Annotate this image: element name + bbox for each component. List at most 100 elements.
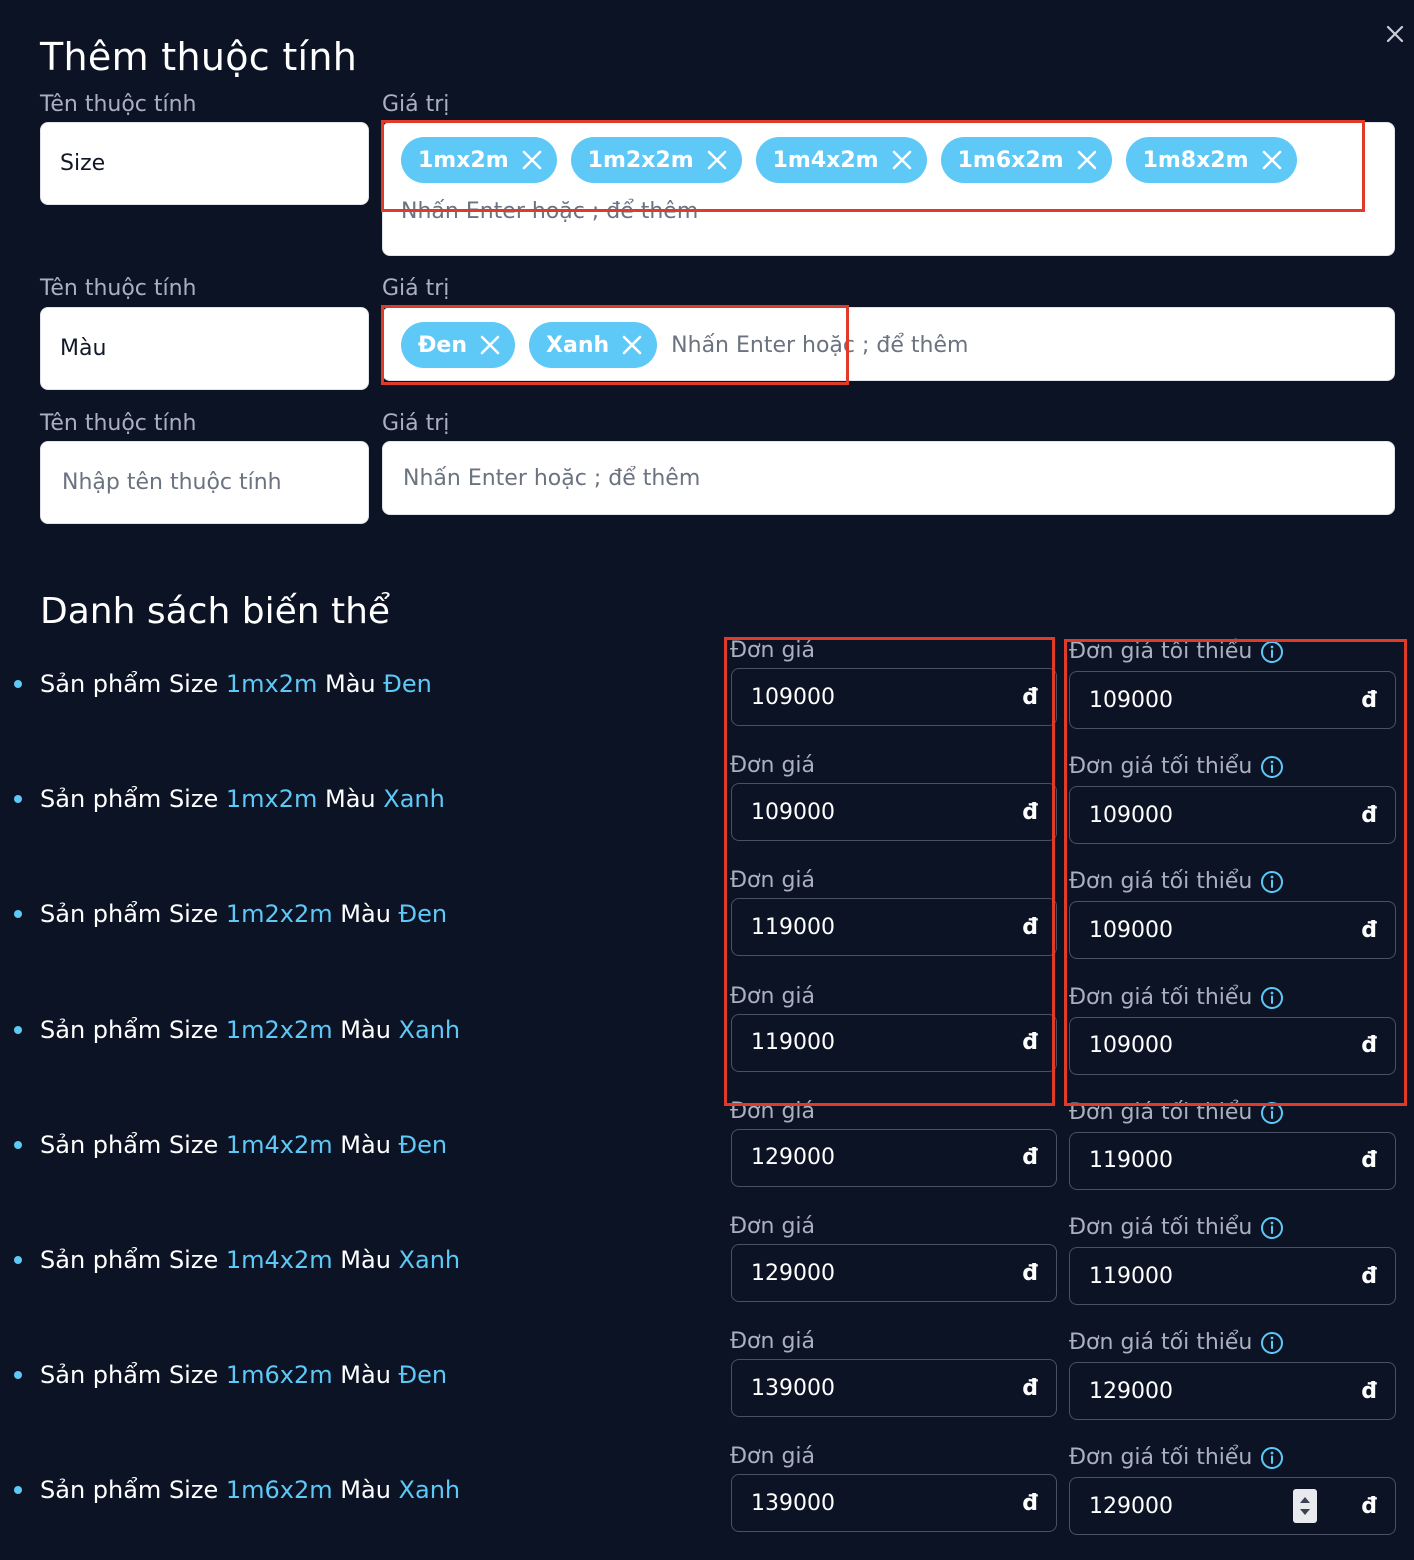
- variant-color-word: Màu: [340, 1361, 391, 1390]
- currency-symbol: đ: [1022, 1490, 1038, 1516]
- min-price-label: Đơn giá tối thiểu: [1069, 1100, 1284, 1126]
- currency-symbol: đ: [1022, 914, 1038, 940]
- attribute-name-value: Size: [60, 151, 106, 176]
- price-input[interactable]: 129000 đ: [731, 1128, 1057, 1187]
- currency-symbol: đ: [1361, 687, 1377, 713]
- price-input[interactable]: 119000 đ: [731, 898, 1057, 957]
- attribute-name-label: Tên thuộc tính: [40, 411, 197, 436]
- remove-chip-icon[interactable]: [477, 332, 503, 358]
- min-price-input[interactable]: 129000 đ: [1069, 1362, 1396, 1421]
- currency-symbol: đ: [1361, 1263, 1377, 1289]
- variant-color-word: Màu: [340, 900, 391, 929]
- variant-label: Sản phẩm Size 1m6x2m Màu Đen: [14, 1360, 447, 1390]
- variant-size: 1m2x2m: [225, 1015, 333, 1044]
- variant-color-word: Màu: [340, 1246, 391, 1274]
- attribute-value-input[interactable]: [401, 464, 1376, 492]
- remove-chip-icon[interactable]: [519, 147, 545, 173]
- price-input[interactable]: 129000 đ: [731, 1244, 1057, 1302]
- price-input[interactable]: 139000 đ: [731, 1359, 1057, 1418]
- variant-prefix: Sản phẩm Size: [40, 1130, 219, 1159]
- info-icon[interactable]: [1260, 986, 1284, 1010]
- price-label: Đơn giá: [730, 1329, 816, 1355]
- min-price-value: 129000: [1089, 1493, 1173, 1519]
- min-price-label-text: Đơn giá tối thiểu: [1069, 869, 1253, 895]
- min-price-input[interactable]: 129000 đ: [1069, 1477, 1396, 1536]
- remove-chip-icon[interactable]: [1074, 147, 1100, 173]
- variant-color: Xanh: [398, 1015, 461, 1044]
- variant-label: Sản phẩm Size 1mx2m Màu Xanh: [14, 784, 445, 814]
- value-chip-label: 1m8x2m: [1142, 147, 1249, 173]
- variant-prefix: Sản phẩm Size: [40, 1476, 219, 1505]
- price-input[interactable]: 109000 đ: [731, 783, 1057, 842]
- info-icon[interactable]: [1260, 755, 1284, 779]
- price-label: Đơn giá: [730, 983, 816, 1009]
- close-icon[interactable]: [1381, 20, 1409, 48]
- variant-size: 1m4x2m: [225, 1246, 333, 1274]
- value-chip-list: Đen Xanh Nhấn Enter hoặc ; để thêm: [401, 322, 1376, 368]
- value-chip-label: Đen: [418, 332, 468, 358]
- variant-label: Sản phẩm Size 1m4x2m Màu Đen: [14, 1130, 447, 1160]
- min-price-input[interactable]: 109000 đ: [1069, 671, 1396, 729]
- attribute-name-field[interactable]: Size: [40, 122, 369, 205]
- attribute-values-field[interactable]: Đen Xanh Nhấn Enter hoặc ; để thêm: [382, 307, 1395, 381]
- attribute-name-field[interactable]: [40, 441, 369, 524]
- bullet-icon: [14, 1256, 22, 1264]
- value-chip-label: 1m4x2m: [772, 147, 879, 173]
- min-price-input[interactable]: 109000 đ: [1069, 1016, 1396, 1075]
- remove-chip-icon[interactable]: [619, 332, 645, 358]
- attribute-values-field[interactable]: [382, 441, 1395, 515]
- min-price-input[interactable]: 109000 đ: [1069, 901, 1396, 960]
- variant-label: Sản phẩm Size 1m2x2m Màu Xanh: [14, 1015, 460, 1045]
- price-input[interactable]: 109000 đ: [731, 668, 1057, 726]
- variant-label: Sản phẩm Size 1mx2m Màu Đen: [14, 669, 432, 699]
- min-price-input[interactable]: 109000 đ: [1069, 786, 1396, 845]
- currency-symbol: đ: [1361, 1148, 1377, 1174]
- price-value: 139000: [751, 1375, 835, 1401]
- value-input-placeholder[interactable]: Nhấn Enter hoặc ; để thêm: [401, 199, 1376, 224]
- value-input-placeholder[interactable]: Nhấn Enter hoặc ; để thêm: [671, 333, 968, 358]
- remove-chip-icon[interactable]: [889, 147, 915, 173]
- variant-color: Đen: [398, 1130, 448, 1159]
- attribute-name-field[interactable]: Màu: [40, 307, 369, 390]
- info-icon[interactable]: [1260, 1216, 1284, 1240]
- min-price-value: 129000: [1089, 1378, 1173, 1404]
- variant-prefix: Sản phẩm Size: [40, 1015, 219, 1044]
- value-chip: 1m4x2m: [755, 137, 927, 183]
- info-icon[interactable]: [1260, 870, 1284, 894]
- value-chip-label: 1mx2m: [418, 147, 509, 173]
- min-price-input[interactable]: 119000 đ: [1069, 1247, 1396, 1305]
- remove-chip-icon[interactable]: [1259, 147, 1285, 173]
- min-price-input[interactable]: 119000 đ: [1069, 1131, 1396, 1190]
- value-chip: 1m6x2m: [940, 137, 1112, 183]
- min-price-label: Đơn giá tối thiểu: [1069, 985, 1284, 1011]
- dialog-title: Thêm thuộc tính: [40, 35, 358, 79]
- value-chip: 1mx2m: [401, 137, 557, 183]
- value-chip: Xanh: [529, 322, 658, 368]
- attribute-name-input[interactable]: [60, 469, 368, 496]
- currency-symbol: đ: [1022, 1375, 1038, 1401]
- min-price-label-text: Đơn giá tối thiểu: [1069, 1215, 1253, 1240]
- variant-size: 1mx2m: [225, 670, 318, 698]
- min-price-label-text: Đơn giá tối thiểu: [1069, 639, 1253, 664]
- info-icon[interactable]: [1260, 1446, 1284, 1470]
- price-input[interactable]: 139000 đ: [731, 1474, 1057, 1533]
- info-icon[interactable]: [1260, 1331, 1284, 1355]
- info-icon[interactable]: [1260, 640, 1284, 664]
- currency-symbol: đ: [1361, 802, 1377, 828]
- min-price-label: Đơn giá tối thiểu: [1069, 869, 1284, 895]
- attribute-value-label: Giá trị: [382, 276, 450, 301]
- variant-prefix: Sản phẩm Size: [40, 670, 219, 698]
- price-input[interactable]: 119000 đ: [731, 1013, 1057, 1072]
- attribute-value-label: Giá trị: [382, 92, 450, 117]
- min-price-label-text: Đơn giá tối thiểu: [1069, 1099, 1253, 1125]
- value-chip-label: 1m6x2m: [957, 147, 1064, 173]
- remove-chip-icon[interactable]: [704, 147, 730, 173]
- number-stepper[interactable]: [1293, 1489, 1317, 1524]
- currency-symbol: đ: [1022, 1260, 1038, 1286]
- attribute-value-label: Giá trị: [382, 411, 450, 436]
- variant-color-word: Màu: [340, 1476, 391, 1505]
- attribute-values-field[interactable]: 1mx2m 1m2x2m 1m4x2m 1m6x2m 1m8x2m Nhấn Enter…: [382, 122, 1395, 256]
- info-icon[interactable]: [1260, 1101, 1284, 1125]
- attribute-name-label: Tên thuộc tính: [40, 276, 197, 301]
- currency-symbol: đ: [1361, 1493, 1377, 1519]
